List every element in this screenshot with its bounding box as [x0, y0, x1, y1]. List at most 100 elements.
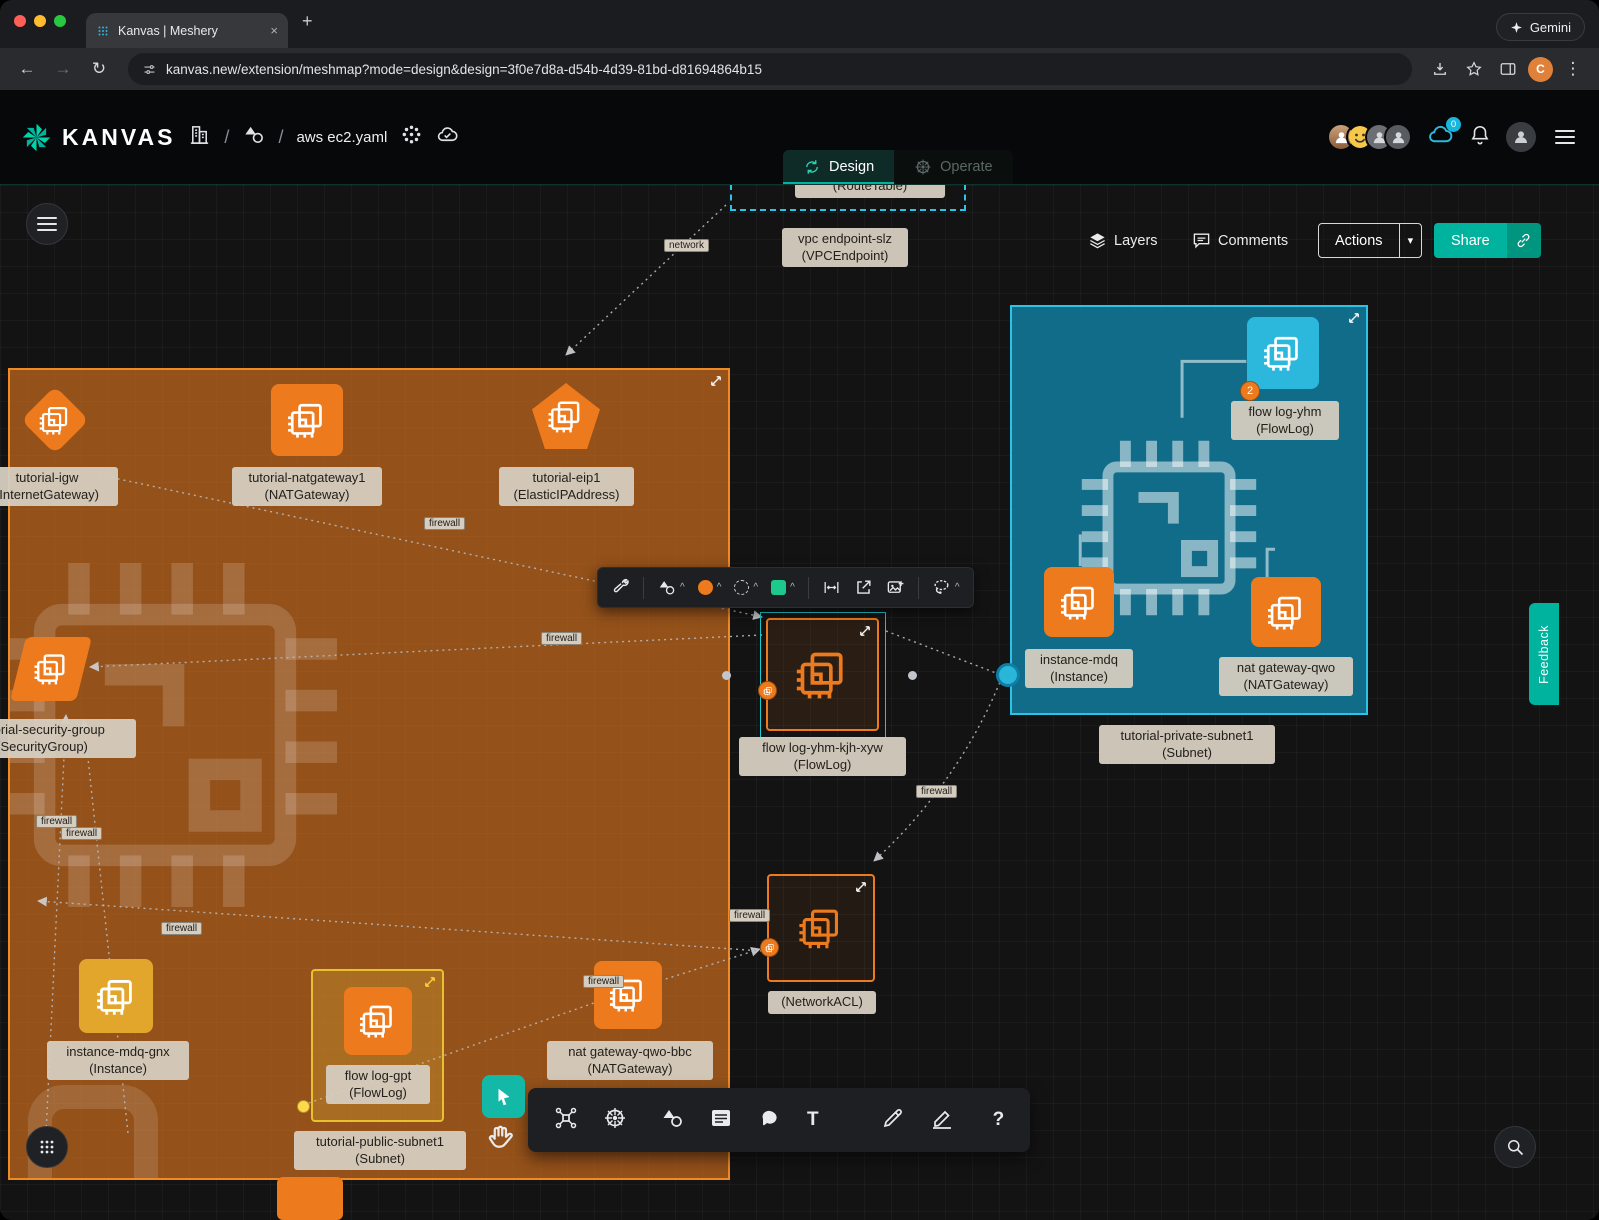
- back-button[interactable]: ←: [12, 54, 42, 84]
- configure-tool-button[interactable]: [611, 578, 630, 597]
- node-partial-bottom[interactable]: [277, 1177, 343, 1220]
- share-link-icon[interactable]: [1507, 223, 1541, 258]
- chip-icon: [32, 650, 70, 687]
- fill-swatch-icon: [771, 580, 786, 595]
- kanvas-logo[interactable]: KANVAS: [20, 121, 175, 154]
- fill-color-button[interactable]: ^: [771, 580, 795, 595]
- browser-profile-avatar[interactable]: C: [1528, 57, 1553, 82]
- layers-icon: [1088, 231, 1107, 250]
- gemini-badge[interactable]: Gemini: [1496, 13, 1585, 41]
- organization-icon[interactable]: [188, 123, 211, 151]
- apps-grid-button[interactable]: [26, 1126, 68, 1168]
- resize-handle-icon[interactable]: [858, 624, 872, 638]
- shapes-library-button[interactable]: [660, 1106, 684, 1135]
- cloud-status-button[interactable]: 0: [1427, 121, 1454, 153]
- shape-outline-button[interactable]: ^: [734, 580, 758, 595]
- node-nat-gateway-qwo[interactable]: [1251, 577, 1321, 647]
- resize-handle-icon[interactable]: [709, 374, 723, 388]
- node-flow-log-gpt[interactable]: [344, 987, 412, 1055]
- private-subnet-label: tutorial-private-subnet1(Subnet): [1099, 725, 1275, 764]
- select-tool-button[interactable]: [482, 1075, 525, 1118]
- forward-button[interactable]: →: [48, 54, 78, 84]
- workspace-shapes-icon[interactable]: [242, 123, 265, 151]
- flow-log-yhm-count-badge[interactable]: 2: [1240, 381, 1260, 401]
- add-image-icon: [886, 578, 905, 597]
- share-button[interactable]: Share: [1434, 223, 1541, 258]
- node-internet-gateway[interactable]: [24, 389, 86, 451]
- selection-handle-left[interactable]: [722, 671, 731, 680]
- canvas-menu-button[interactable]: [26, 203, 68, 245]
- node-instance-mdq[interactable]: [1044, 567, 1114, 637]
- user-avatar[interactable]: [1506, 122, 1536, 152]
- side-panel-icon[interactable]: [1494, 55, 1522, 83]
- tab-operate[interactable]: Operate: [894, 150, 1012, 184]
- group-flow-log-gpt[interactable]: flow log-gpt(FlowLog): [311, 969, 444, 1122]
- node-network-acl[interactable]: [767, 874, 875, 982]
- tab-design[interactable]: Design: [783, 150, 894, 184]
- add-image-button[interactable]: [886, 578, 905, 597]
- design-pattern-icon[interactable]: [400, 123, 423, 151]
- browser-menu-icon[interactable]: ⋮: [1559, 55, 1587, 83]
- comments-button[interactable]: Comments: [1192, 231, 1288, 250]
- actions-button[interactable]: Actions ▾: [1318, 223, 1422, 258]
- pan-tool-button[interactable]: [486, 1123, 522, 1159]
- minimize-window-button[interactable]: [34, 15, 46, 27]
- tab-close-icon[interactable]: ×: [270, 23, 278, 38]
- kubernetes-tool-button[interactable]: [603, 1106, 627, 1135]
- flow-log-selected-badge[interactable]: [758, 681, 777, 700]
- collaborator-avatars: [1327, 123, 1412, 151]
- new-tab-button[interactable]: +: [302, 0, 313, 48]
- nat-gateway-1-label: tutorial-natgateway1(NATGateway): [232, 467, 382, 506]
- design-canvas[interactable]: (RouteTable) vpc endpoint-slz(VPCEndpoin…: [0, 185, 1599, 1220]
- feedback-tab[interactable]: Feedback: [1529, 603, 1559, 705]
- help-button[interactable]: ?: [993, 1109, 1005, 1131]
- bottom-toolbar: T ?: [528, 1088, 1030, 1152]
- header-right-cluster: 0: [1327, 121, 1579, 153]
- zoom-search-button[interactable]: [1494, 1126, 1536, 1168]
- notes-tool-button[interactable]: [709, 1106, 733, 1135]
- header-menu-icon[interactable]: [1551, 126, 1579, 148]
- bookmark-star-icon[interactable]: [1460, 55, 1488, 83]
- shapes-tool-button[interactable]: ^: [657, 578, 685, 597]
- highlighter-tool-button[interactable]: [930, 1106, 954, 1135]
- pen-tool-button[interactable]: [881, 1106, 905, 1135]
- design-file-name[interactable]: aws ec2.yaml: [296, 129, 387, 146]
- text-tool-button[interactable]: T: [807, 1109, 819, 1131]
- notes-icon: [709, 1106, 733, 1130]
- node-flow-log-selected[interactable]: [766, 618, 879, 731]
- network-acl-badge[interactable]: [760, 938, 779, 957]
- open-external-button[interactable]: [854, 578, 873, 597]
- connector-dot-yellow[interactable]: [297, 1100, 310, 1113]
- notifications-bell-icon[interactable]: [1469, 124, 1491, 151]
- cloud-count-badge: 0: [1446, 117, 1461, 132]
- reload-button[interactable]: ↻: [84, 54, 114, 84]
- cloud-sync-icon[interactable]: [436, 123, 459, 151]
- resize-width-button[interactable]: [822, 578, 841, 597]
- close-window-button[interactable]: [14, 15, 26, 27]
- layers-button[interactable]: Layers: [1088, 231, 1158, 250]
- resize-handle-icon[interactable]: [423, 975, 437, 989]
- chip-icon: [358, 1001, 397, 1040]
- selection-handle-right[interactable]: [908, 671, 917, 680]
- node-nat-gateway-1[interactable]: [271, 384, 343, 456]
- node-instance-gnx[interactable]: [79, 959, 153, 1033]
- collaborator-avatar[interactable]: [1384, 123, 1412, 151]
- lasso-tool-button[interactable]: ^: [932, 578, 960, 597]
- stroke-color-button[interactable]: ^: [698, 580, 722, 595]
- actions-caret-icon[interactable]: ▾: [1399, 224, 1422, 257]
- resize-handle-icon[interactable]: [1347, 311, 1361, 325]
- save-page-icon[interactable]: [1426, 55, 1454, 83]
- url-bar[interactable]: kanvas.new/extension/meshmap?mode=design…: [128, 53, 1412, 85]
- vpc-endpoint-label[interactable]: vpc endpoint-slz(VPCEndpoint): [782, 228, 908, 267]
- components-tool-button[interactable]: [554, 1106, 578, 1135]
- node-nat-gateway-qwo-bbc[interactable]: [594, 961, 662, 1029]
- resize-handle-icon[interactable]: [854, 880, 868, 894]
- dashed-circle-icon: [734, 580, 749, 595]
- node-flow-log-yhm[interactable]: [1247, 317, 1319, 389]
- connector-dot-teal[interactable]: [996, 663, 1020, 687]
- blob-icon: [758, 1106, 782, 1130]
- site-settings-icon[interactable]: [142, 62, 157, 77]
- maximize-window-button[interactable]: [54, 15, 66, 27]
- browser-tab[interactable]: Kanvas | Meshery ×: [86, 13, 288, 48]
- sticker-tool-button[interactable]: [758, 1106, 782, 1135]
